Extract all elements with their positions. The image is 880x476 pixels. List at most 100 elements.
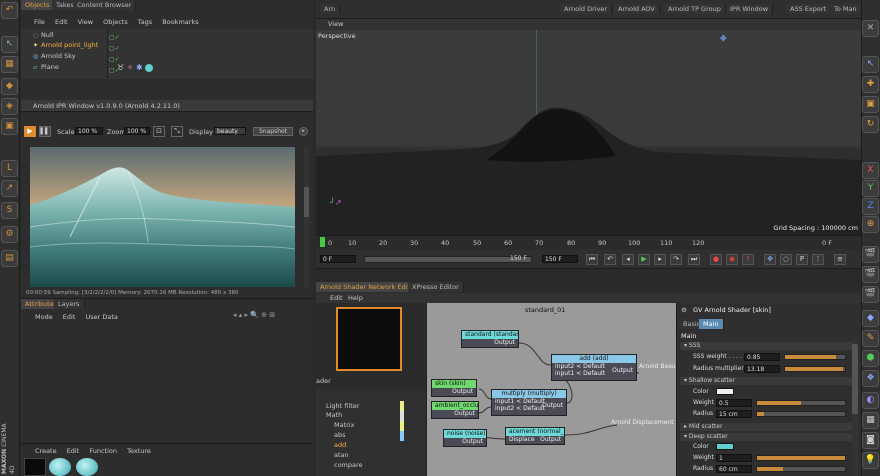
material-ball-icon[interactable]: [145, 63, 154, 72]
row-deep-color[interactable]: Color: [683, 443, 709, 453]
node-ambient-output[interactable]: Output: [432, 410, 478, 417]
next-frame-icon[interactable]: ▸: [654, 254, 666, 265]
node-displacement-output[interactable]: Output: [540, 436, 564, 443]
tab-arnold-driver[interactable]: Arnold Driver: [560, 4, 613, 14]
attributes-nav-icons[interactable]: ◂ ▴ ▸ 🔍 ⊕ ⊞: [233, 311, 275, 319]
deep-radius-field[interactable]: 60 cm: [716, 465, 752, 473]
group-deep-scatter[interactable]: ▾ Deep scatter: [680, 433, 852, 441]
live-select-icon[interactable]: ↖: [862, 56, 879, 73]
menu-objects[interactable]: Objects: [103, 18, 128, 26]
param-key-icon[interactable]: P: [796, 254, 808, 265]
rotate-key-icon[interactable]: ◌: [780, 254, 792, 265]
ipr-render-image[interactable]: [30, 147, 295, 287]
phong-tag-icon[interactable]: ♉: [117, 63, 124, 72]
prev-frame-icon[interactable]: ◂: [622, 254, 634, 265]
sss-weight-slider[interactable]: [784, 354, 846, 360]
viewport-view-menu[interactable]: View: [328, 20, 343, 28]
tab-arnold[interactable]: Arn: [320, 4, 341, 14]
node-add-output[interactable]: Output: [612, 367, 633, 374]
menu-create[interactable]: Create: [35, 447, 57, 455]
node-multiply[interactable]: multiply (multiply) input1 < Default inp…: [491, 389, 567, 416]
cube-object-icon[interactable]: ◆: [862, 310, 879, 327]
menu-tags[interactable]: Tags: [138, 18, 152, 26]
rotate-tool-icon[interactable]: ↻: [862, 116, 879, 133]
sss-weight-field[interactable]: 0.85: [744, 353, 780, 361]
grid-key-icon[interactable]: ⋮: [812, 254, 824, 265]
menu-mode[interactable]: Mode: [35, 313, 53, 321]
tree-item-add[interactable]: add: [334, 441, 346, 449]
display-select[interactable]: beauty: [214, 127, 246, 135]
menu-user-data[interactable]: User Data: [85, 313, 117, 321]
axis-x-icon[interactable]: X: [862, 162, 879, 179]
attr-panel-scrollbar[interactable]: [852, 340, 858, 476]
render-settings-icon[interactable]: 🎬: [862, 286, 879, 303]
tree-item-compare[interactable]: compare: [334, 461, 363, 469]
menu-file[interactable]: File: [34, 18, 45, 26]
tree-item-light-filter[interactable]: Light filter: [326, 402, 359, 410]
deep-weight-slider[interactable]: [756, 455, 846, 461]
range-end-field[interactable]: 150 F: [508, 255, 532, 263]
tab-objects[interactable]: Objects: [21, 0, 55, 10]
menu-edit[interactable]: Edit: [55, 18, 68, 26]
axis-z-icon[interactable]: Z: [862, 198, 879, 215]
shallow-radius-slider[interactable]: [756, 411, 846, 417]
undo-tool-icon[interactable]: ↶: [1, 2, 18, 19]
camera-icon[interactable]: ◙: [862, 432, 879, 449]
deep-color-swatch[interactable]: [716, 443, 734, 450]
range-slider[interactable]: [364, 256, 532, 263]
tree-item-matrix[interactable]: Matrix: [334, 421, 354, 429]
zoom-field[interactable]: 100 %: [124, 127, 150, 135]
node-noise-output[interactable]: Output: [444, 438, 486, 445]
snap-icon[interactable]: ⚙: [1, 226, 18, 243]
node-displacement[interactable]: acement (normal_d Displace Output: [505, 427, 565, 445]
texture-mode-icon[interactable]: ◈: [1, 98, 18, 115]
node-skin-output[interactable]: Output: [432, 388, 476, 395]
model-mode-icon[interactable]: ◆: [1, 78, 18, 95]
material-swatch-cyan[interactable]: [49, 458, 71, 476]
node-standard-output[interactable]: Output: [462, 339, 518, 346]
goto-end-icon[interactable]: ⏭: [688, 254, 700, 265]
render-view-icon[interactable]: 🎬: [862, 246, 879, 263]
tab-content-browser[interactable]: Content Browser: [73, 0, 137, 10]
row-shallow-radius[interactable]: Radius: [683, 410, 713, 420]
end-frame-field[interactable]: 150 F: [542, 255, 578, 263]
group-shallow-scatter[interactable]: ▾ Shallow scatter: [680, 377, 852, 385]
menu-bookmarks[interactable]: Bookmarks: [162, 18, 198, 26]
autokey-icon[interactable]: ◉: [726, 254, 738, 265]
play-icon[interactable]: ▶: [638, 254, 650, 265]
list-item-point-light[interactable]: ✦ Arnold point_light: [33, 41, 303, 50]
viewport-3d[interactable]: Perspective ✥ ┘↗ Grid Spacing : 100000 c…: [316, 30, 862, 235]
material-tag-icon[interactable]: ✧: [127, 63, 134, 72]
row-radius-multiplier[interactable]: Radius multiplier: [683, 365, 744, 375]
material-swatch-black[interactable]: [24, 458, 46, 476]
shallow-radius-field[interactable]: 15 cm: [716, 410, 752, 418]
deep-weight-field[interactable]: 1: [716, 454, 752, 462]
shallow-weight-slider[interactable]: [756, 400, 846, 406]
tag-icons[interactable]: ♉ ✧ ✱: [117, 63, 154, 72]
ipr-scrollbar[interactable]: [304, 147, 309, 287]
timeline-playhead[interactable]: [320, 237, 325, 247]
region-icon[interactable]: ⤡: [171, 126, 183, 137]
move-key-icon[interactable]: ✥: [764, 254, 776, 265]
record-icon[interactable]: ●: [710, 254, 722, 265]
menu-edit[interactable]: Edit: [67, 447, 80, 455]
shallow-color-swatch[interactable]: [716, 388, 734, 395]
prev-key-icon[interactable]: ↶: [604, 254, 616, 265]
tab-main[interactable]: Main: [699, 319, 724, 329]
start-frame-field[interactable]: 0 F: [320, 255, 356, 263]
node-skin[interactable]: skin (skin) Output: [431, 379, 477, 397]
menu-texture[interactable]: Texture: [127, 447, 151, 455]
timeline-ruler[interactable]: 0 10 20 30 40 50 60 70 80 90 100 110 120…: [316, 235, 862, 250]
node-displacement-input[interactable]: Displace: [506, 436, 535, 443]
ipr-more-icon[interactable]: ▸: [299, 127, 308, 136]
node-ambient-occlusion[interactable]: ambient_occlusi Output: [431, 401, 479, 419]
deep-radius-slider[interactable]: [756, 466, 846, 472]
node-standard[interactable]: standard (standar Output: [461, 330, 519, 348]
layout-icon[interactable]: ▤: [1, 250, 18, 267]
menu-edit[interactable]: Edit: [63, 313, 76, 321]
tab-xpresso-editor[interactable]: XPresso Editor: [408, 282, 464, 292]
array-icon[interactable]: ❖: [862, 370, 879, 387]
shader-menu-help[interactable]: Help: [348, 294, 363, 302]
next-key-icon[interactable]: ↷: [670, 254, 682, 265]
row-deep-weight[interactable]: Weight: [683, 454, 714, 464]
